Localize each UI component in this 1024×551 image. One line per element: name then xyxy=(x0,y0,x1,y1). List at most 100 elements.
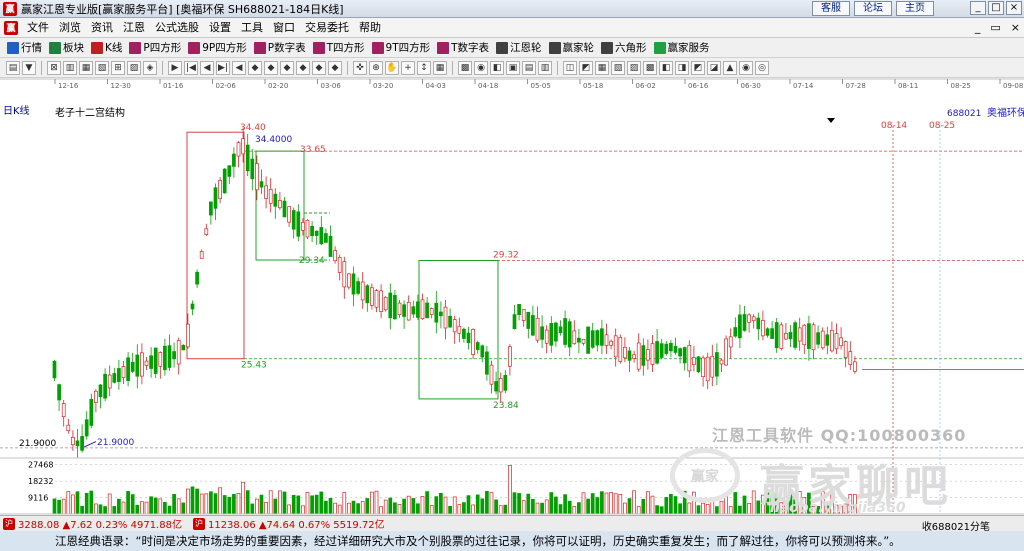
link-forum[interactable]: 论坛 xyxy=(854,1,892,16)
sz-index-value[interactable]: 11238.06 ▲74.64 0.67% 5519.72亿 xyxy=(208,516,385,531)
draw-tool-button-6[interactable]: ⊞ xyxy=(111,60,125,75)
draw-tool-button-14[interactable]: ◆ xyxy=(248,60,262,75)
link-service[interactable]: 客服 xyxy=(812,1,850,16)
volume-bar xyxy=(250,503,255,515)
draw-tool-button-12[interactable]: ▶| xyxy=(216,60,230,75)
minimize-button[interactable]: _ xyxy=(970,1,986,15)
volume-bar xyxy=(705,503,710,515)
draw-tool-button-23[interactable]: + xyxy=(401,60,415,75)
draw-tool-button-38[interactable]: ◧ xyxy=(659,60,673,75)
draw-tool-button-4[interactable]: ▦ xyxy=(79,60,93,75)
draw-tool-button-25[interactable]: ▦ xyxy=(433,60,447,75)
close-button[interactable]: × xyxy=(1006,1,1022,15)
volume-bar xyxy=(351,500,356,515)
draw-tool-button-0[interactable]: ▤ xyxy=(6,60,20,75)
draw-tool-button-3[interactable]: ▥ xyxy=(63,60,77,75)
menu-settings[interactable]: 设置 xyxy=(204,19,236,37)
draw-tool-button-22[interactable]: ✋ xyxy=(385,60,399,75)
draw-tool-button-21[interactable]: ⊕ xyxy=(369,60,383,75)
draw-tool-button-41[interactable]: ◪ xyxy=(707,60,721,75)
menu-gann[interactable]: 江恩 xyxy=(118,19,150,37)
draw-tool-button-35[interactable]: ▧ xyxy=(611,60,625,75)
candle-body xyxy=(291,210,296,230)
menu-help[interactable]: 帮助 xyxy=(354,19,386,37)
draw-tool-button-34[interactable]: ▦ xyxy=(595,60,609,75)
mdi-minimize-button[interactable]: _ xyxy=(975,21,981,34)
draw-tool-button-36[interactable]: ▨ xyxy=(627,60,641,75)
link-home[interactable]: 主页 xyxy=(896,1,934,16)
menu-browse[interactable]: 浏览 xyxy=(54,19,86,37)
draw-tool-button-8[interactable]: ◈ xyxy=(143,60,157,75)
draw-tool-button-30[interactable]: ▤ xyxy=(522,60,536,75)
draw-tool-button-28[interactable]: ◧ xyxy=(490,60,504,75)
toolbar-button-4[interactable]: 9P四方形 xyxy=(185,39,251,57)
candle-body xyxy=(733,327,738,337)
toolbar-button-8[interactable]: T数字表 xyxy=(434,39,493,57)
toolbar-button-7[interactable]: 9T四方形 xyxy=(369,39,435,57)
draw-tool-button-19[interactable]: ◆ xyxy=(328,60,342,75)
menu-logo-icon[interactable]: 赢 xyxy=(4,20,18,35)
candle-body xyxy=(549,323,554,346)
draw-tool-button-29[interactable]: ▣ xyxy=(506,60,520,75)
toolbar-button-0[interactable]: 行情 xyxy=(4,39,46,57)
mdi-restore-button[interactable]: ▭ xyxy=(990,21,1000,34)
date-tick-label: 12-30 xyxy=(111,82,131,90)
menu-news[interactable]: 资讯 xyxy=(86,19,118,37)
volume-bar xyxy=(61,498,66,515)
draw-tool-button-40[interactable]: ◩ xyxy=(691,60,705,75)
candle-body xyxy=(600,328,604,346)
draw-tool-button-9[interactable]: ▶ xyxy=(168,60,182,75)
toolbar-button-1[interactable]: 板块 xyxy=(46,39,88,57)
menu-formula[interactable]: 公式选股 xyxy=(150,19,204,37)
draw-tool-button-11[interactable]: ◀ xyxy=(200,60,214,75)
candle-body xyxy=(66,424,71,432)
toolbar-button-10[interactable]: 赢家轮 xyxy=(546,39,599,57)
draw-tool-button-27[interactable]: ◉ xyxy=(474,60,488,75)
menu-file[interactable]: 文件 xyxy=(22,19,54,37)
draw-tool-button-37[interactable]: ▩ xyxy=(643,60,657,75)
draw-tool-button-7[interactable]: ▨ xyxy=(127,60,141,75)
draw-tool-button-43[interactable]: ◉ xyxy=(739,60,753,75)
toolbar-button-9[interactable]: 江恩轮 xyxy=(493,39,546,57)
draw-tool-button-1[interactable]: ▼ xyxy=(22,60,36,75)
menu-window[interactable]: 窗口 xyxy=(268,19,300,37)
toolbar-button-12[interactable]: 赢家服务 xyxy=(651,39,714,57)
toolbar-button-2[interactable]: K线 xyxy=(88,39,126,57)
menu-trade[interactable]: 交易委托 xyxy=(300,19,354,37)
toolbar-button-6[interactable]: T四方形 xyxy=(310,39,369,57)
draw-tool-button-33[interactable]: ◩ xyxy=(579,60,593,75)
maximize-button[interactable]: □ xyxy=(988,1,1004,15)
menu-tools[interactable]: 工具 xyxy=(236,19,268,37)
draw-tool-button-20[interactable]: ✜ xyxy=(353,60,367,75)
draw-tool-button-5[interactable]: ▧ xyxy=(95,60,109,75)
draw-tool-button-17[interactable]: ◆ xyxy=(296,60,310,75)
draw-tool-button-24[interactable]: ↕ xyxy=(417,60,431,75)
draw-tool-button-13[interactable]: ◀ xyxy=(232,60,246,75)
draw-tool-button-18[interactable]: ◆ xyxy=(312,60,326,75)
draw-tool-button-15[interactable]: ◆ xyxy=(264,60,278,75)
candle-body xyxy=(278,200,282,209)
candle-body xyxy=(416,301,420,318)
draw-tool-button-39[interactable]: ◨ xyxy=(675,60,689,75)
toolbar-button-3[interactable]: P四方形 xyxy=(126,39,185,57)
stock-code: 688021 xyxy=(947,109,981,119)
sh-index-value[interactable]: 3288.08 ▲7.62 0.23% 4971.88亿 xyxy=(18,516,182,531)
draw-tool-button-16[interactable]: ◆ xyxy=(280,60,294,75)
draw-tool-button-26[interactable]: ▩ xyxy=(458,60,472,75)
draw-tool-button-32[interactable]: ◫ xyxy=(563,60,577,75)
volume-bar xyxy=(567,500,572,515)
draw-tool-button-31[interactable]: ▥ xyxy=(538,60,552,75)
candle-body xyxy=(347,273,351,288)
draw-tool-button-42[interactable]: ▲ xyxy=(723,60,737,75)
draw-tool-button-2[interactable]: ⊠ xyxy=(47,60,61,75)
volume-bar xyxy=(66,491,71,515)
draw-tool-button-10[interactable]: |◀ xyxy=(184,60,198,75)
candle-body xyxy=(586,326,590,354)
toolbar-button-11[interactable]: 六角形 xyxy=(598,39,651,57)
mdi-close-button[interactable]: × xyxy=(1011,21,1020,34)
toolbar-button-5[interactable]: P数字表 xyxy=(251,39,310,57)
volume-bar xyxy=(163,501,167,515)
date-tick-label: 08-11 xyxy=(898,82,918,90)
draw-tool-button-44[interactable]: ◎ xyxy=(755,60,769,75)
candle-body xyxy=(701,357,705,378)
